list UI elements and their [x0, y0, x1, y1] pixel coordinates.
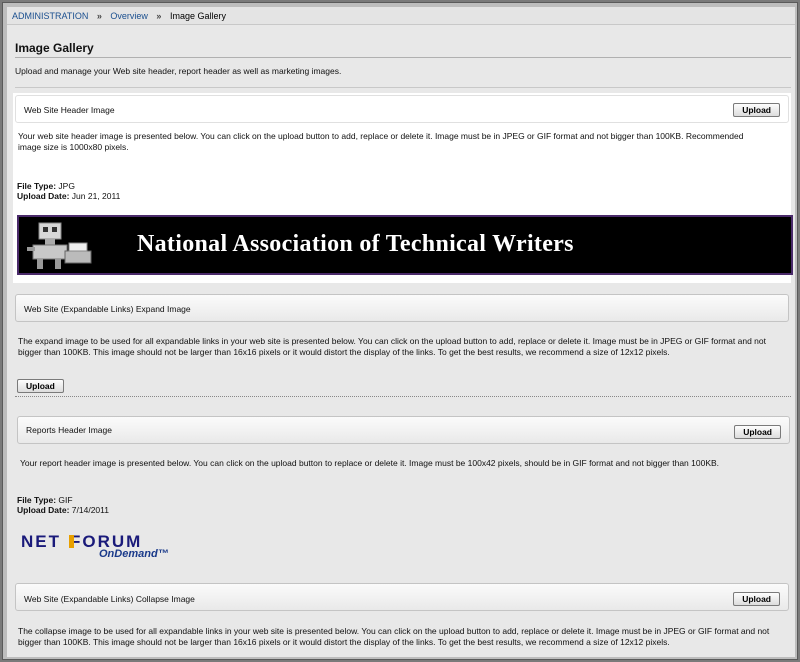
- website-header-meta: File Type: JPG Upload Date: Jun 21, 2011: [17, 181, 120, 201]
- breadcrumb-overview-link[interactable]: Overview: [110, 11, 148, 21]
- upload-date-value: Jun 21, 2011: [71, 191, 121, 201]
- banner-text: National Association of Technical Writer…: [137, 231, 574, 257]
- website-header-panel: Web Site Header Image Upload: [15, 95, 789, 123]
- website-header-title: Web Site Header Image: [24, 105, 115, 115]
- logo-accent-bar: [69, 535, 74, 548]
- reports-header-upload-button[interactable]: Upload: [734, 425, 781, 439]
- expand-image-upload-button[interactable]: Upload: [17, 379, 64, 393]
- window-frame: ADMINISTRATION » Overview » Image Galler…: [2, 2, 798, 660]
- page-title: Image Gallery: [15, 41, 94, 55]
- file-type-label: File Type:: [17, 181, 57, 191]
- netforum-ondemand-logo: NET FORUM OnDemand™: [21, 532, 169, 560]
- upload-date-value: 7/14/2011: [71, 505, 109, 515]
- website-header-upload-button[interactable]: Upload: [733, 103, 780, 117]
- expand-image-panel: Web Site (Expandable Links) Expand Image: [15, 294, 789, 322]
- reports-header-meta: File Type: GIF Upload Date: 7/14/2011: [17, 495, 109, 515]
- collapse-image-upload-button[interactable]: Upload: [733, 592, 780, 606]
- breadcrumb: ADMINISTRATION » Overview » Image Galler…: [7, 7, 795, 25]
- page-content: ADMINISTRATION » Overview » Image Galler…: [7, 7, 795, 657]
- website-header-banner-image: National Association of Technical Writer…: [17, 215, 793, 275]
- breadcrumb-separator: »: [156, 11, 162, 21]
- expand-image-description: The expand image to be used for all expa…: [18, 336, 766, 357]
- reports-header-description: Your report header image is presented be…: [20, 458, 720, 468]
- collapse-image-panel: Web Site (Expandable Links) Collapse Ima…: [15, 583, 789, 611]
- collapse-image-description: The collapse image to be used for all ex…: [18, 626, 770, 647]
- reports-header-panel: Reports Header Image Upload: [17, 416, 790, 444]
- file-type-value: JPG: [58, 181, 75, 191]
- breadcrumb-administration-link[interactable]: ADMINISTRATION: [12, 11, 88, 21]
- page-subtitle: Upload and manage your Web site header, …: [15, 66, 342, 76]
- expand-image-title: Web Site (Expandable Links) Expand Image: [24, 304, 191, 314]
- reports-header-title: Reports Header Image: [26, 425, 112, 435]
- subtitle-divider: [15, 87, 791, 88]
- upload-date-label: Upload Date:: [17, 505, 70, 515]
- logo-ondemand-text: OnDemand™: [99, 548, 169, 560]
- logo-net-text: NET: [21, 532, 61, 551]
- website-header-description: Your web site header image is presented …: [18, 131, 744, 152]
- robot-typewriter-icon: [27, 222, 92, 269]
- collapse-image-title: Web Site (Expandable Links) Collapse Ima…: [24, 594, 195, 604]
- file-type-value: GIF: [58, 495, 73, 505]
- file-type-label: File Type:: [17, 495, 57, 505]
- section-divider: [15, 396, 791, 397]
- upload-date-label: Upload Date:: [17, 191, 70, 201]
- breadcrumb-current: Image Gallery: [169, 11, 226, 21]
- breadcrumb-separator: »: [96, 11, 102, 21]
- title-divider: [15, 57, 791, 58]
